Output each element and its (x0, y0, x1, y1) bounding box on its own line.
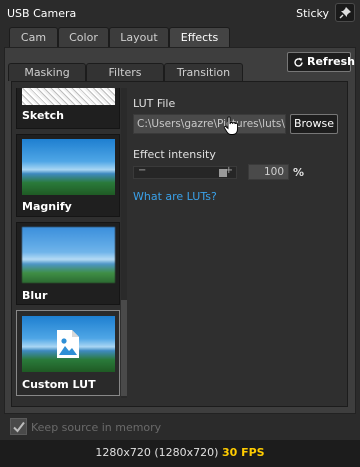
filter-list-scrollbar[interactable] (121, 88, 127, 398)
scrollbar-thumb[interactable] (121, 300, 127, 396)
filter-label-custom-lut: Custom LUT (22, 378, 96, 391)
tab-cam[interactable]: Cam (9, 27, 58, 47)
slider-minus: − (138, 165, 147, 176)
tab-layout[interactable]: Layout (109, 27, 169, 47)
filter-item-blur[interactable]: Blur (16, 222, 120, 305)
status-bar: 1280x720 (1280x720) 30 FPS (0, 440, 360, 467)
tab-color[interactable]: Color (58, 27, 109, 47)
filter-list[interactable]: Sketch Magnify Blur Custom LUT (16, 88, 122, 398)
resolution-text: 1280x720 (1280x720) (95, 446, 219, 459)
magnify-thumbnail (22, 139, 115, 195)
filter-item-magnify[interactable]: Magnify (16, 134, 120, 217)
tab-effects[interactable]: Effects (169, 27, 230, 48)
filter-item-sketch[interactable]: Sketch (16, 88, 120, 129)
fps-text: 30 FPS (221, 446, 265, 459)
percent-label: % (293, 166, 305, 179)
keep-source-label: Keep source in memory (31, 421, 162, 434)
title-bar: USB Camera Sticky (0, 0, 360, 26)
tab-transition[interactable]: Transition (164, 63, 243, 81)
keep-source-checkbox[interactable] (10, 418, 27, 435)
checkmark-icon (13, 421, 25, 433)
refresh-button[interactable]: Refresh (287, 52, 355, 72)
tab-filters[interactable]: Filters (86, 63, 164, 81)
filter-label-blur: Blur (22, 289, 48, 302)
hand-cursor-icon (223, 116, 238, 135)
tab-masking[interactable]: Masking (8, 63, 86, 81)
lut-file-label: LUT File (133, 97, 176, 110)
filter-item-custom-lut[interactable]: Custom LUT (16, 310, 120, 396)
image-icon (57, 330, 79, 358)
refresh-label: Refresh (307, 55, 355, 68)
pin-icon (339, 7, 351, 19)
window-title: USB Camera (7, 7, 77, 20)
lut-file-input[interactable]: C:\Users\gazre\Pictures\luts\g (133, 114, 286, 134)
filter-label-sketch: Sketch (22, 109, 65, 122)
sticky-label: Sticky (296, 7, 329, 20)
browse-button[interactable]: Browse (290, 114, 338, 134)
refresh-icon (294, 57, 303, 67)
intensity-slider[interactable]: − + (133, 165, 237, 179)
what-are-luts-link[interactable]: What are LUTs? (133, 190, 217, 203)
effect-intensity-label: Effect intensity (133, 148, 216, 161)
slider-plus: + (224, 165, 233, 176)
pin-button[interactable] (335, 3, 355, 22)
filter-label-magnify: Magnify (22, 200, 72, 213)
intensity-value-input[interactable]: 100 (248, 164, 289, 180)
sketch-thumbnail (22, 88, 115, 105)
blur-thumbnail (22, 227, 115, 283)
